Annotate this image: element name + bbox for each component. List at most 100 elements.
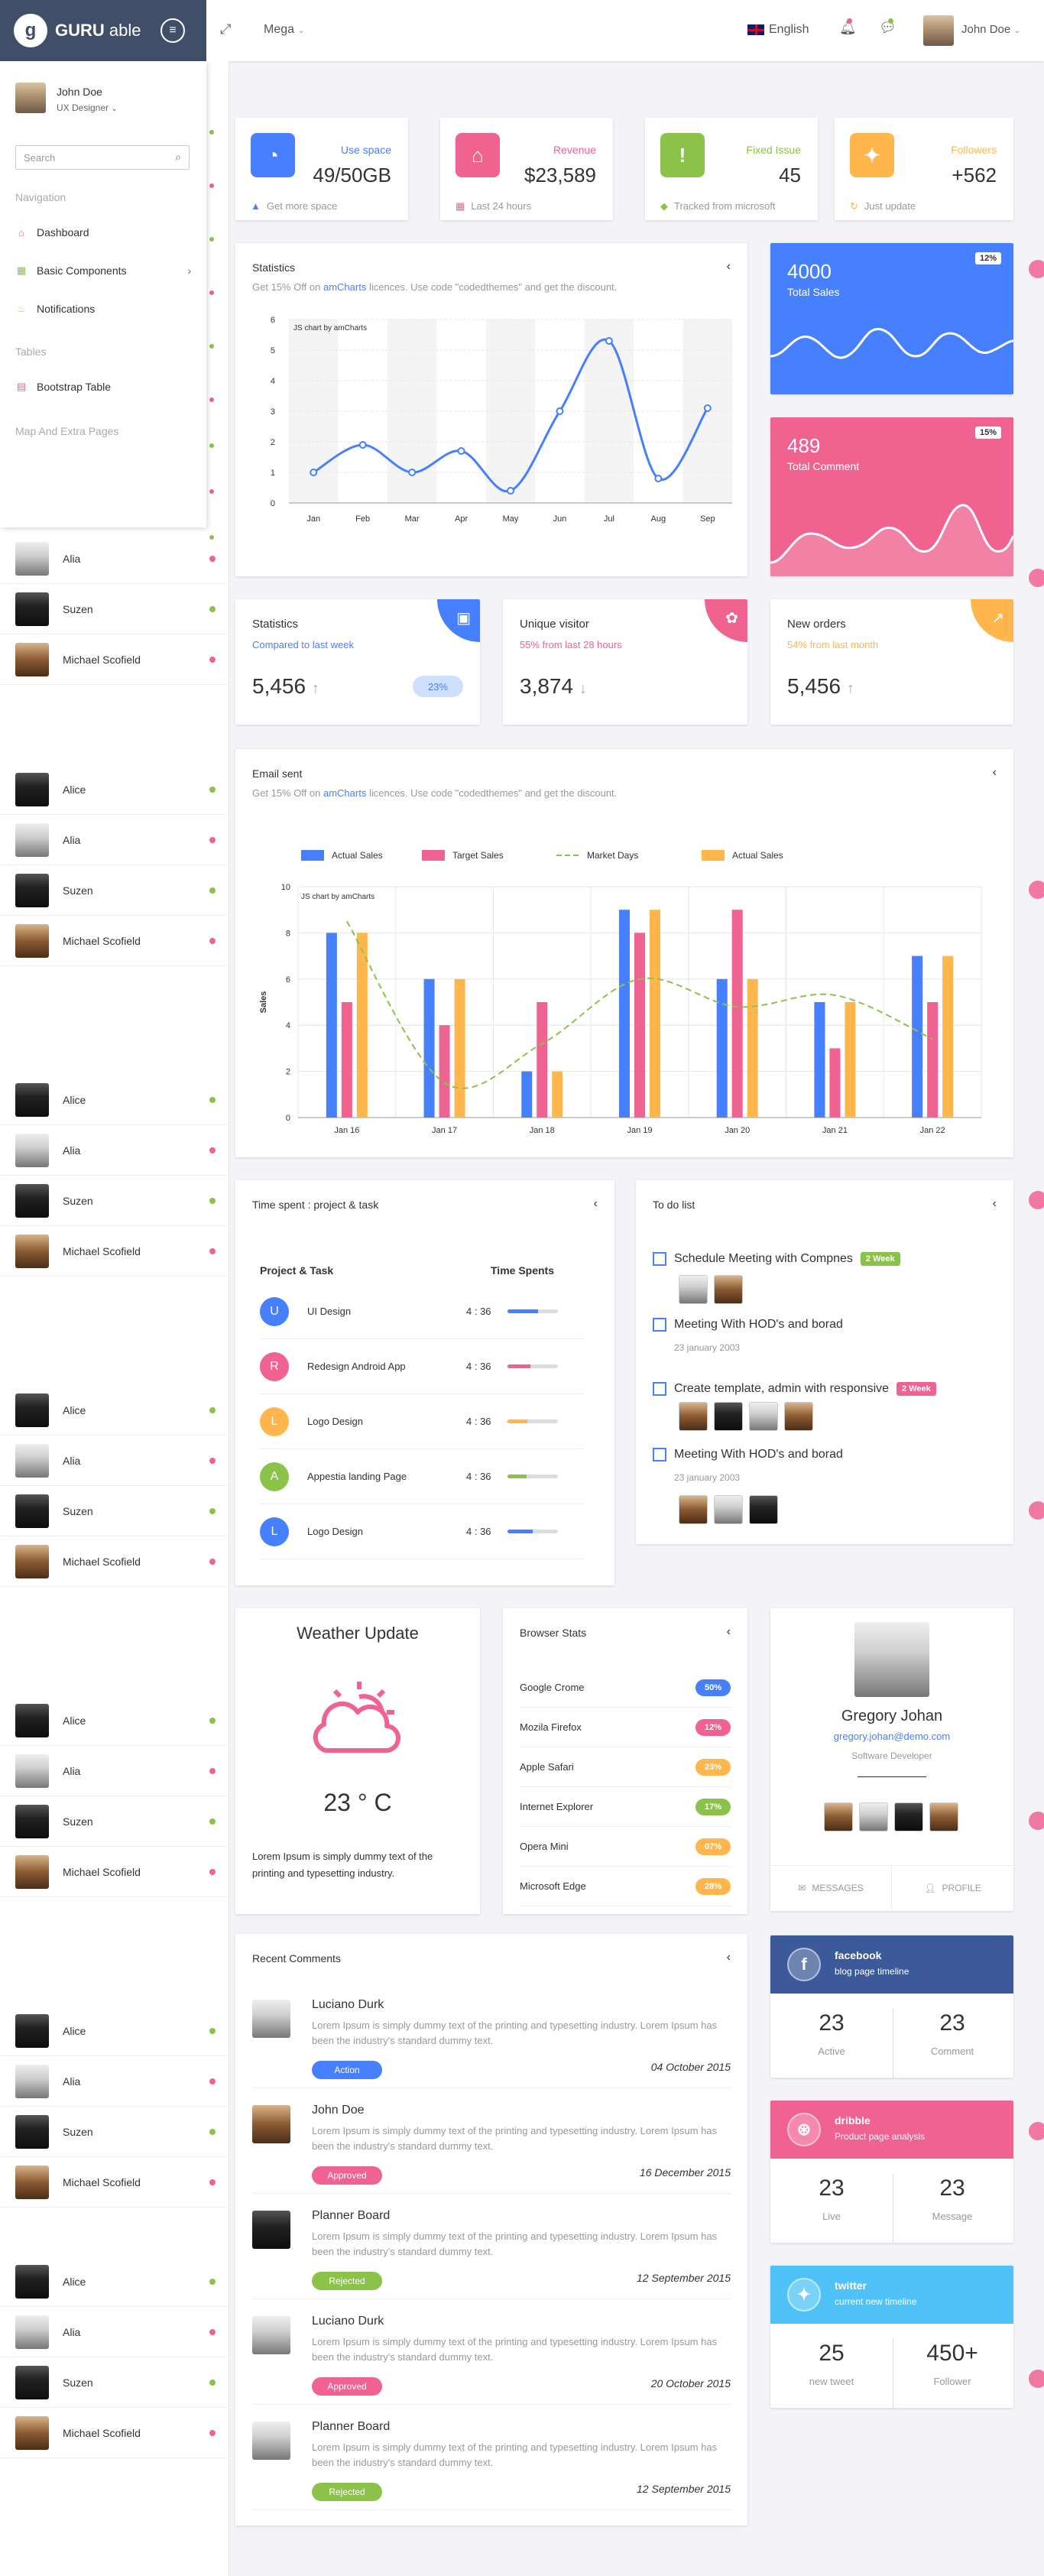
collapse-chevron-icon[interactable]: ‹ xyxy=(727,260,731,274)
avatar[interactable] xyxy=(679,1275,708,1304)
data-point[interactable] xyxy=(507,487,514,495)
legend-item[interactable]: Market Days xyxy=(556,850,638,861)
chat-user-row[interactable]: Suzen xyxy=(0,2357,228,2408)
data-point[interactable] xyxy=(556,407,564,415)
chat-user-row[interactable]: Alia xyxy=(0,815,228,865)
task-row[interactable]: R Redesign Android App 4 : 36 xyxy=(260,1339,584,1394)
bar[interactable] xyxy=(326,933,337,1118)
sidebar-user-role[interactable]: UX Designer ⌄ xyxy=(57,102,118,113)
collapse-chevron-icon[interactable]: ‹ xyxy=(727,1951,731,1964)
bar[interactable] xyxy=(912,955,923,1118)
chat-user-row[interactable]: Suzen xyxy=(0,865,228,916)
comment-status-button[interactable]: Rejected xyxy=(312,2483,382,2501)
chat-user-row[interactable]: Michael Scofield xyxy=(0,2157,228,2208)
chat-bubble-icon[interactable] xyxy=(1029,2122,1044,2140)
mega-menu[interactable]: Mega ⌄ xyxy=(264,23,305,37)
comment-status-button[interactable]: Rejected xyxy=(312,2272,382,2290)
twitter-icon[interactable]: ✦ xyxy=(787,2278,821,2312)
collapse-chevron-icon[interactable]: ‹ xyxy=(727,1625,731,1639)
avatar[interactable] xyxy=(929,1802,958,1831)
todo-checkbox[interactable] xyxy=(653,1448,666,1462)
chat-user-row[interactable]: Alice xyxy=(0,2256,228,2307)
bar[interactable] xyxy=(619,910,630,1118)
todo-item[interactable]: Meeting With HOD's and borad xyxy=(653,1448,843,1462)
dribbble-icon[interactable]: ⊛ xyxy=(787,2113,821,2146)
avatar[interactable] xyxy=(749,1402,778,1431)
user-menu[interactable]: John Doe ⌄ xyxy=(961,23,1021,36)
chat-user-row[interactable]: Michael Scofield xyxy=(0,1226,228,1277)
chat-bubble-icon[interactable] xyxy=(1029,1191,1044,1209)
bar[interactable] xyxy=(521,1071,533,1118)
comment-status-button[interactable]: Approved xyxy=(312,2166,382,2185)
amcharts-link[interactable]: amCharts xyxy=(323,281,366,293)
chat-user-row[interactable]: Alia xyxy=(0,534,228,584)
bar[interactable] xyxy=(716,978,728,1118)
profile-email[interactable]: gregory.johan@demo.com xyxy=(770,1731,1013,1742)
chat-user-row[interactable]: Alia xyxy=(0,2307,228,2357)
legend-item[interactable]: Actual Sales xyxy=(301,850,383,861)
task-row[interactable]: L Logo Design 4 : 36 xyxy=(260,1394,584,1449)
todo-checkbox[interactable] xyxy=(653,1318,666,1332)
menu-toggle-button[interactable]: ≡ xyxy=(160,18,185,43)
bar[interactable] xyxy=(845,1002,856,1118)
messages-button[interactable]: ✉ MESSAGES xyxy=(770,1865,892,1911)
avatar[interactable] xyxy=(679,1495,708,1524)
avatar[interactable] xyxy=(679,1402,708,1431)
bar[interactable] xyxy=(814,1002,825,1118)
avatar[interactable] xyxy=(784,1402,813,1431)
data-point[interactable] xyxy=(703,404,712,412)
user-avatar[interactable] xyxy=(923,15,954,46)
chat-user-row[interactable]: Alice xyxy=(0,764,228,815)
chat-user-row[interactable]: Alia xyxy=(0,1746,228,1796)
sidebar-item-bootstrap-table[interactable]: ▤ Bootstrap Table xyxy=(15,381,191,393)
chat-user-row[interactable]: Alia xyxy=(0,2056,228,2107)
chat-user-row[interactable]: Alice xyxy=(0,1385,228,1436)
legend-item[interactable]: Target Sales xyxy=(422,850,504,861)
chat-bubble-icon[interactable] xyxy=(1029,881,1044,899)
avatar[interactable] xyxy=(714,1495,743,1524)
facebook-icon[interactable]: f xyxy=(787,1948,821,1981)
bar[interactable] xyxy=(829,1048,841,1118)
bar[interactable] xyxy=(341,1002,352,1118)
comment-status-button[interactable]: Approved xyxy=(312,2377,382,2396)
profile-button[interactable]: 👤︎ PROFILE xyxy=(892,1865,1013,1911)
bar[interactable] xyxy=(356,933,368,1118)
bar[interactable] xyxy=(423,978,435,1118)
chat-user-row[interactable]: Suzen xyxy=(0,584,228,634)
data-point[interactable] xyxy=(310,469,318,476)
todo-checkbox[interactable] xyxy=(653,1252,666,1266)
chat-user-row[interactable]: Michael Scofield xyxy=(0,634,228,685)
todo-checkbox[interactable] xyxy=(653,1382,666,1396)
chat-user-row[interactable]: Suzen xyxy=(0,1176,228,1226)
comment-status-button[interactable]: Action xyxy=(312,2061,382,2079)
sidebar-item-notifications[interactable]: ♨ Notifications xyxy=(15,303,191,315)
data-point[interactable] xyxy=(654,475,663,482)
chat-user-row[interactable]: Alice xyxy=(0,2006,228,2056)
chat-bubble-icon[interactable] xyxy=(1029,569,1044,587)
collapse-chevron-icon[interactable]: ‹ xyxy=(594,1197,598,1211)
bar[interactable] xyxy=(650,910,660,1118)
data-point[interactable] xyxy=(605,337,613,345)
sidebar-search-input[interactable]: Search ⌕ xyxy=(15,145,190,170)
chat-user-row[interactable]: Michael Scofield xyxy=(0,1847,228,1897)
chat-user-row[interactable]: Michael Scofield xyxy=(0,1536,228,1587)
chat-user-row[interactable]: Alia xyxy=(0,1125,228,1176)
avatar[interactable] xyxy=(714,1275,743,1304)
chat-bubble-icon[interactable] xyxy=(1029,1501,1044,1520)
legend-item[interactable]: Actual Sales xyxy=(702,850,783,861)
data-point[interactable] xyxy=(408,469,417,476)
sidebar-item-dashboard[interactable]: ⌂ Dashboard xyxy=(15,226,191,238)
avatar[interactable] xyxy=(894,1802,923,1831)
fullscreen-icon[interactable]: ⤢ xyxy=(220,21,231,37)
todo-item[interactable]: Schedule Meeting with Compnes 2 Week xyxy=(653,1252,900,1266)
chat-user-row[interactable]: Michael Scofield xyxy=(0,916,228,966)
avatar[interactable] xyxy=(824,1802,853,1831)
avatar[interactable] xyxy=(749,1495,778,1524)
language-select[interactable]: English xyxy=(769,23,809,37)
bar[interactable] xyxy=(634,933,645,1118)
bar[interactable] xyxy=(927,1002,939,1118)
brand-name[interactable]: GURU able xyxy=(55,21,141,41)
chat-bubble-icon[interactable] xyxy=(1029,1812,1044,1830)
data-point[interactable] xyxy=(358,441,367,449)
avatar[interactable] xyxy=(714,1402,743,1431)
